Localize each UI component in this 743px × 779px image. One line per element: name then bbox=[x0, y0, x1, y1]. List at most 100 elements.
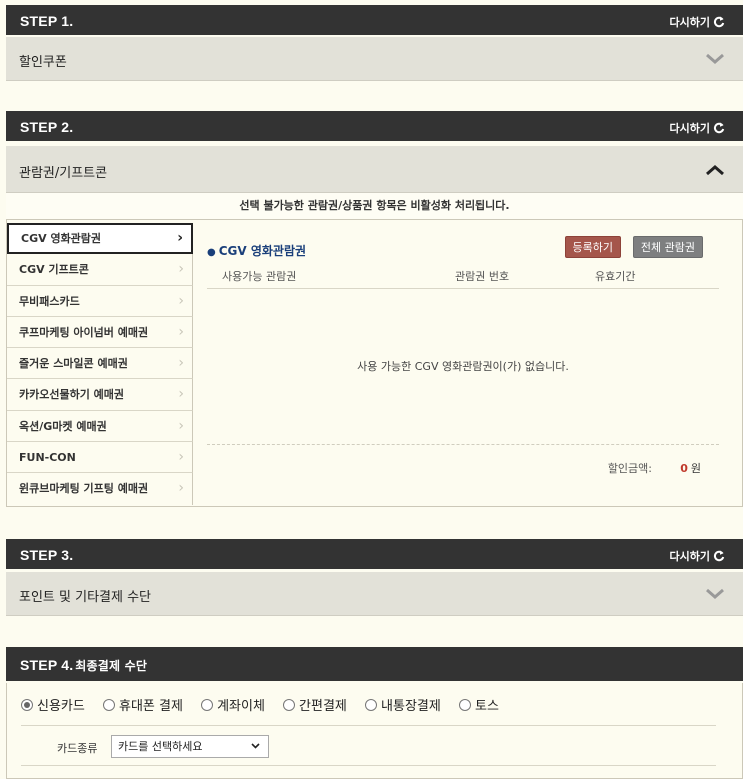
radio-label: 내통장결제 bbox=[381, 699, 441, 714]
radio-label: 계좌이체 bbox=[217, 699, 265, 714]
ticket-content: ● CGV 영화관람권 등록하기 전체 관람권 사용가능 관람권 관람권 번호 유… bbox=[207, 234, 719, 494]
sidebar-item-label: 옥션/G마켓 예매권 bbox=[19, 419, 107, 433]
sidebar-item-label: 윈큐브마케팅 기프팅 예매권 bbox=[19, 482, 149, 496]
radio-label: 신용카드 bbox=[37, 699, 85, 714]
step4-title-text: STEP 4. bbox=[20, 657, 74, 673]
radio-icon bbox=[201, 699, 214, 711]
accordion-label: 포인트 및 기타결제 수단 bbox=[19, 590, 151, 605]
panel-title-text: CGV 영화관람권 bbox=[218, 244, 307, 258]
discount-amount-label: 할인금액: bbox=[607, 462, 652, 475]
sidebar-item-label: CGV 영화관람권 bbox=[21, 232, 102, 245]
sidebar-item-wincube[interactable]: 윈큐브마케팅 기프팅 예매권 › bbox=[7, 473, 193, 505]
sidebar-item-label: 무비패스카드 bbox=[19, 294, 80, 308]
card-select-value: 카드를 선택하세요 bbox=[118, 740, 203, 753]
step2-header: STEP 2. 다시하기 bbox=[6, 111, 743, 141]
sidebar-item-label: FUN-CON bbox=[19, 451, 76, 465]
card-type-label: 카드종류 bbox=[57, 742, 98, 755]
step1-title: STEP 1. bbox=[20, 13, 74, 29]
reset-label: 다시하기 bbox=[669, 122, 710, 135]
chevron-right-icon: › bbox=[178, 386, 184, 403]
ticket-panel: CGV 영화관람권 › CGV 기프트콘 › 무비패스카드 › 쿠프마케팅 아이넘버 … bbox=[6, 219, 743, 507]
refresh-icon bbox=[713, 16, 725, 28]
payment-radio-easy-pay[interactable]: 간편결제 bbox=[283, 695, 347, 714]
chevron-down-icon bbox=[251, 743, 260, 749]
sidebar-item-fun-con[interactable]: FUN-CON › bbox=[7, 442, 193, 474]
divider bbox=[21, 725, 716, 726]
chevron-right-icon: › bbox=[178, 261, 184, 278]
step1-reset-button[interactable]: 다시하기 bbox=[670, 14, 725, 30]
sidebar-item-label: CGV 기프트콘 bbox=[19, 263, 89, 277]
panel-title: ● CGV 영화관람권 bbox=[207, 242, 306, 259]
chevron-right-icon: › bbox=[178, 323, 184, 340]
column-header-number: 관람권 번호 bbox=[455, 270, 510, 283]
bullet-icon: ● bbox=[207, 247, 216, 258]
column-header-available: 사용가능 관람권 bbox=[222, 270, 297, 283]
discount-amount: 0원 bbox=[680, 460, 701, 476]
radio-label: 간편결제 bbox=[299, 699, 347, 714]
reset-label: 다시하기 bbox=[669, 16, 710, 29]
points-other-payment-accordion[interactable]: 포인트 및 기타결제 수단 bbox=[6, 572, 743, 616]
chevron-down-icon bbox=[706, 588, 724, 599]
chevron-up-icon bbox=[706, 165, 724, 176]
sidebar-item-label: 쿠프마케팅 아이넘버 예매권 bbox=[19, 325, 149, 339]
refresh-icon bbox=[713, 550, 725, 562]
ticket-type-sidebar: CGV 영화관람권 › CGV 기프트콘 › 무비패스카드 › 쿠프마케팅 아이넘버 … bbox=[7, 223, 193, 505]
radio-icon bbox=[365, 699, 378, 711]
step4-header: STEP 4. 최종결제 수단 bbox=[6, 647, 743, 681]
register-button[interactable]: 등록하기 bbox=[564, 236, 621, 258]
radio-label: 휴대폰 결제 bbox=[118, 699, 183, 714]
column-header-validity: 유효기간 bbox=[595, 270, 636, 283]
sidebar-item-label: 즐거운 스마일콘 예매권 bbox=[19, 357, 128, 371]
chevron-right-icon: › bbox=[178, 355, 184, 372]
payment-method-group: 신용카드 휴대폰 결제 계좌이체 간편결제 내통장결제 토스 bbox=[21, 695, 513, 714]
divider bbox=[21, 765, 716, 766]
payment-radio-credit-card[interactable]: 신용카드 bbox=[21, 695, 85, 714]
radio-label: 토스 bbox=[474, 699, 499, 714]
disabled-items-notice: 선택 불가능한 관람권/상품권 항목은 비활성화 처리됩니다. bbox=[6, 193, 743, 219]
sidebar-item-label: 카카오선물하기 예매권 bbox=[19, 388, 125, 402]
sidebar-item-moviepass[interactable]: 무비패스카드 › bbox=[7, 285, 193, 317]
divider bbox=[207, 444, 719, 445]
chevron-right-icon: › bbox=[178, 417, 184, 434]
step1-header: STEP 1. 다시하기 bbox=[6, 5, 743, 35]
refresh-icon bbox=[713, 122, 725, 134]
payment-radio-my-account[interactable]: 내통장결제 bbox=[365, 695, 441, 714]
card-type-select[interactable]: 카드를 선택하세요 bbox=[111, 735, 269, 758]
sidebar-item-cgv-ticket[interactable]: CGV 영화관람권 › bbox=[7, 223, 193, 255]
radio-icon bbox=[458, 699, 471, 711]
radio-icon bbox=[283, 699, 296, 711]
accordion-label: 할인쿠폰 bbox=[19, 55, 67, 70]
reset-label: 다시하기 bbox=[669, 550, 710, 563]
radio-icon bbox=[21, 699, 33, 711]
sidebar-item-cgv-giftcon[interactable]: CGV 기프트콘 › bbox=[7, 254, 193, 286]
chevron-down-icon bbox=[706, 53, 724, 64]
sidebar-item-coop-inumber[interactable]: 쿠프마케팅 아이넘버 예매권 › bbox=[7, 316, 193, 349]
payment-radio-toss[interactable]: 토스 bbox=[458, 695, 499, 714]
step4-title: STEP 4. 최종결제 수단 bbox=[20, 657, 147, 674]
radio-icon bbox=[102, 699, 115, 711]
step2-title: STEP 2. bbox=[20, 119, 74, 135]
all-tickets-button[interactable]: 전체 관람권 bbox=[632, 236, 703, 258]
payment-radio-bank-transfer[interactable]: 계좌이체 bbox=[201, 695, 265, 714]
divider bbox=[207, 288, 719, 289]
chevron-right-icon: › bbox=[178, 449, 184, 466]
step3-reset-button[interactable]: 다시하기 bbox=[670, 548, 725, 564]
sidebar-item-auction-gmarket[interactable]: 옥션/G마켓 예매권 › bbox=[7, 410, 193, 443]
chevron-right-icon: › bbox=[178, 480, 184, 497]
discount-coupon-accordion[interactable]: 할인쿠폰 bbox=[6, 37, 743, 81]
step3-header: STEP 3. 다시하기 bbox=[6, 539, 743, 569]
sidebar-item-kakao-gift[interactable]: 카카오선물하기 예매권 › bbox=[7, 379, 193, 411]
chevron-right-icon: › bbox=[177, 230, 183, 246]
accordion-label: 관람권/기프트콘 bbox=[19, 166, 108, 181]
chevron-right-icon: › bbox=[178, 292, 184, 309]
discount-value: 0 bbox=[680, 462, 688, 475]
final-payment-panel: 신용카드 휴대폰 결제 계좌이체 간편결제 내통장결제 토스 카드종류 카드를 … bbox=[6, 683, 743, 779]
sidebar-item-smilecon[interactable]: 즐거운 스마일콘 예매권 › bbox=[7, 348, 193, 380]
step4-subtitle: 최종결제 수단 bbox=[75, 659, 148, 673]
empty-message: 사용 가능한 CGV 영화관람권이(가) 없습니다. bbox=[357, 360, 569, 373]
ticket-giftcon-accordion[interactable]: 관람권/기프트콘 bbox=[6, 146, 743, 193]
step2-reset-button[interactable]: 다시하기 bbox=[670, 120, 725, 136]
discount-unit: 원 bbox=[690, 462, 701, 475]
step3-title: STEP 3. bbox=[20, 547, 74, 563]
payment-radio-mobile[interactable]: 휴대폰 결제 bbox=[102, 695, 183, 714]
